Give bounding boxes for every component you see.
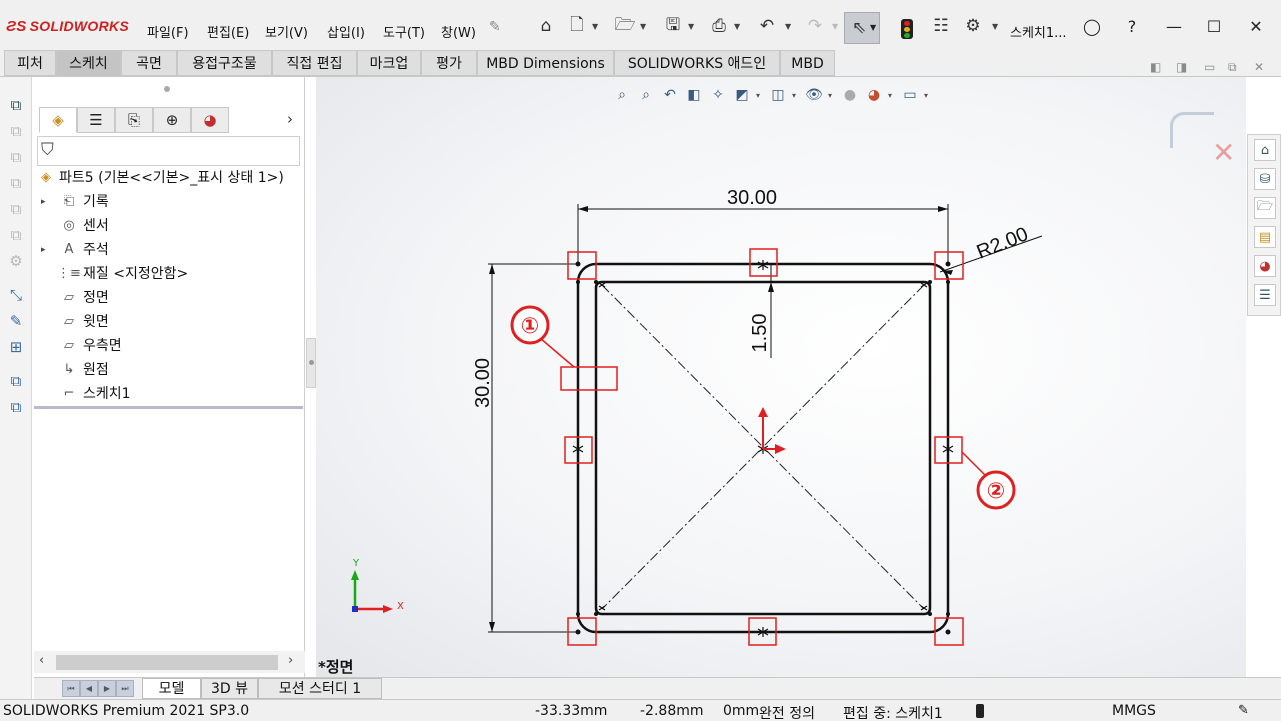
view-orientation-label: *정면 [318, 658, 354, 676]
tab-3d-view[interactable]: 3D 뷰 [201, 678, 258, 699]
triad-x-label: X [397, 601, 404, 612]
status-traffic-light-icon[interactable] [976, 704, 984, 718]
status-editing: 편집 중: 스케치1 [843, 706, 943, 721]
status-units[interactable]: MMGS [1112, 703, 1156, 719]
callout-1-text: ① [521, 314, 540, 339]
status-z-coordinate: 0mm [723, 703, 760, 719]
status-product: SOLIDWORKS Premium 2021 SP3.0 [3, 703, 250, 719]
width-dimension-text[interactable]: 30.00 [727, 187, 777, 209]
status-sketch-definition: 완전 정의 [759, 706, 815, 721]
radius-dimension-text[interactable]: R2.00 [974, 223, 1032, 263]
offset-dimension-text[interactable]: 1.50 [749, 314, 771, 353]
next-tab-icon[interactable]: ▶ [98, 680, 116, 697]
last-tab-icon[interactable]: ⏭ [116, 680, 134, 697]
tab-model[interactable]: 모델 [142, 678, 201, 699]
first-tab-icon[interactable]: ⏮ [62, 680, 80, 697]
triad-z-axis [352, 606, 358, 612]
height-dimension-text[interactable]: 30.00 [472, 358, 494, 408]
status-y-coordinate: -2.88mm [640, 703, 704, 719]
callout-2-text: ② [987, 479, 1006, 504]
tab-motion-study[interactable]: 모션 스터디 1 [258, 678, 382, 699]
triad-y-label: Y [352, 558, 360, 569]
prev-tab-icon[interactable]: ◀ [80, 680, 98, 697]
status-x-coordinate: -33.33mm [535, 703, 608, 719]
status-bar: SOLIDWORKS Premium 2021 SP3.0 -33.33mm -… [0, 699, 1281, 721]
status-customize-icon[interactable]: ✎ [1238, 703, 1249, 718]
sketch-canvas[interactable]: 30.00 30.00 1.50 R2.00 ① ② Y X [0, 0, 1281, 721]
